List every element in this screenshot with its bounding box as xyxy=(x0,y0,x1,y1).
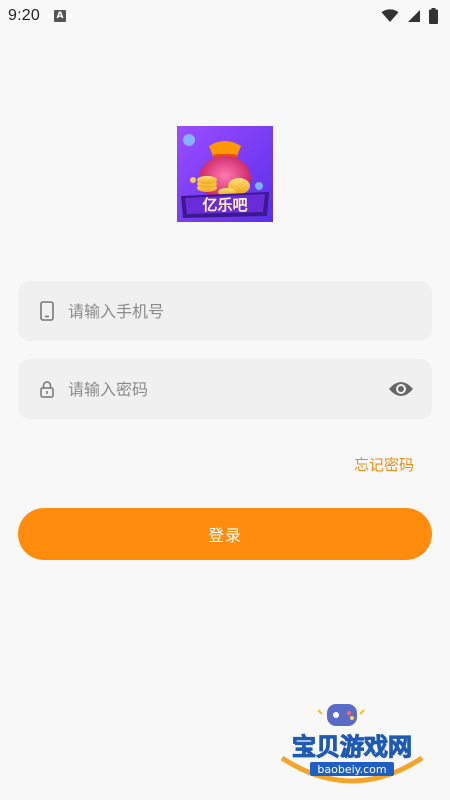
phone-field[interactable] xyxy=(18,281,432,341)
notification-icon: A xyxy=(53,10,66,22)
eye-icon[interactable] xyxy=(376,359,426,419)
watermark: 宝贝游戏网 baobeiy.com xyxy=(272,700,432,796)
logo-text: 亿乐吧 xyxy=(202,196,247,214)
status-bar: 9:20 A xyxy=(0,0,450,32)
watermark-url: baobeiy.com xyxy=(317,763,386,776)
lock-icon xyxy=(24,359,70,419)
status-icons xyxy=(381,8,438,24)
password-input[interactable] xyxy=(68,369,376,409)
forgot-password-link[interactable]: 忘记密码 xyxy=(354,454,414,475)
signal-icon xyxy=(408,10,420,22)
money-bag-logo-icon: 亿乐吧 xyxy=(177,126,273,222)
watermark-text: 宝贝游戏网 xyxy=(292,733,412,761)
wifi-icon xyxy=(381,9,399,22)
status-time: 9:20 xyxy=(8,7,40,24)
app-logo: 亿乐吧 xyxy=(177,126,273,222)
battery-icon xyxy=(429,8,438,24)
phone-icon xyxy=(24,281,70,341)
phone-input[interactable] xyxy=(68,291,432,331)
password-field[interactable] xyxy=(18,359,432,419)
login-button[interactable]: 登录 xyxy=(18,508,432,560)
watermark-logo-icon: 宝贝游戏网 baobeiy.com xyxy=(280,704,424,784)
